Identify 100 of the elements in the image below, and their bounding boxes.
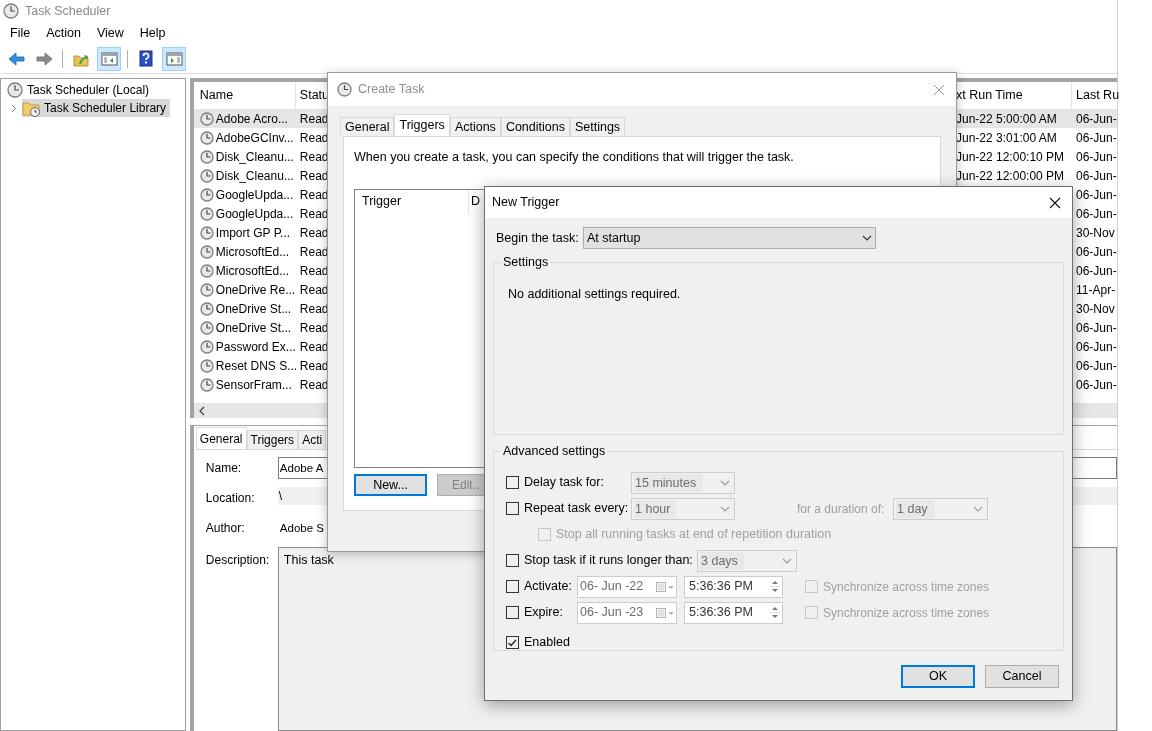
dialog-title: New Trigger	[492, 194, 560, 212]
intro-text: When you create a task, you can specify the conditions that will trigger the task.	[354, 149, 795, 166]
dialog-button[interactable]: OK	[901, 665, 975, 688]
dropdown[interactable]: 1 day	[893, 497, 988, 520]
tree-item[interactable]: Task Scheduler (Local)	[7, 81, 154, 99]
task-row[interactable]: Jun-22 5:00:00 AM 06-Jun-	[956, 109, 1117, 128]
group-title: Advanced settings	[502, 443, 607, 460]
next-run-time: Jun-22 12:00:00 PM	[956, 168, 1065, 183]
menu-item[interactable]: View	[88, 21, 132, 45]
settings-message: No additional settings required.	[508, 285, 682, 303]
task-name: MicrosoftEd...	[215, 243, 290, 261]
last-run-time: 06-Jun-	[1075, 167, 1117, 185]
last-run-time: 06-Jun-	[1075, 148, 1117, 166]
last-run-time: 11-Apr-	[1075, 281, 1117, 299]
date-picker[interactable]: 06- Jun -22	[577, 575, 677, 598]
task-name: OneDrive Re...	[215, 281, 296, 299]
clock-icon	[3, 3, 19, 19]
task-name: Adobe Acro...	[215, 110, 288, 128]
tab[interactable]: Triggers	[246, 430, 299, 449]
checkbox-label: Stop task if it runs longer than:	[524, 552, 694, 570]
task-name: Password Ex...	[215, 338, 296, 356]
forward-arrow-icon	[35, 50, 53, 67]
last-run-time: 06-Jun-	[1075, 129, 1117, 147]
clock-icon	[199, 111, 214, 126]
task-name: OneDrive St...	[215, 300, 292, 318]
last-run-time: 06-Jun-	[1075, 205, 1117, 223]
clock-icon	[199, 339, 214, 354]
dropdown[interactable]: 1 hour	[631, 497, 735, 520]
checkbox-label: Enabled	[524, 634, 570, 652]
dropdown[interactable]: 3 days	[697, 549, 797, 572]
task-name: Disk_Cleanu...	[215, 167, 294, 185]
last-run-time: 06-Jun-	[1075, 262, 1117, 280]
task-name: SensorFram...	[215, 376, 292, 394]
checkbox-label: Synchronize across time zones	[823, 604, 990, 622]
menu-item[interactable]: Action	[38, 21, 89, 45]
folder-clock-icon	[22, 99, 40, 117]
field-label: Name:	[205, 460, 243, 477]
clock-icon	[199, 377, 214, 392]
field-label: Location:	[205, 490, 256, 507]
clock-icon	[199, 206, 214, 221]
date-value: 06- Jun -22	[580, 578, 644, 596]
menu-item[interactable]: File	[2, 21, 39, 45]
group-title: Settings	[502, 254, 550, 271]
time-value: 5:36:36 PM	[689, 578, 753, 596]
clock-icon	[199, 263, 214, 278]
time-spinner[interactable]: 5:36:36 PM	[684, 601, 783, 624]
last-run-time: 06-Jun-	[1075, 243, 1117, 261]
last-run-time: 06-Jun-	[1075, 110, 1117, 128]
close-icon	[933, 83, 945, 96]
next-run-time: Jun-22 3:01:00 AM	[956, 130, 1057, 145]
tab[interactable]: Actions	[449, 117, 501, 136]
checkbox-label: Stop all running tasks at end of repetition duration	[556, 526, 832, 544]
task-name: Import GP P...	[215, 224, 291, 242]
task-name: Disk_Cleanu...	[215, 148, 294, 166]
menu-item[interactable]: Help	[131, 21, 174, 45]
tab[interactable]: Conditions	[500, 117, 570, 136]
column-header[interactable]: Trigger	[355, 189, 469, 214]
checkbox[interactable]	[506, 636, 519, 650]
field-label: Begin the task:	[496, 229, 580, 247]
time-value: 5:36:36 PM	[689, 604, 753, 622]
column-header[interactable]: Last Ru	[1072, 82, 1117, 109]
tree-item[interactable]: Task Scheduler Library	[22, 99, 171, 117]
next-run-time: Jun-22 12:00:10 PM	[956, 149, 1065, 164]
tab[interactable]: Settings	[569, 117, 626, 136]
checkbox[interactable]	[506, 554, 519, 568]
clock-icon	[337, 82, 352, 97]
column-header[interactable]: D	[469, 189, 481, 214]
tab[interactable]: Acti	[298, 430, 327, 449]
chevron-right-icon	[9, 103, 18, 113]
tab[interactable]: General	[195, 427, 247, 449]
clock-icon	[7, 82, 23, 98]
panel-icon	[100, 50, 118, 67]
checkbox-label: Activate:	[524, 578, 573, 596]
date-picker[interactable]: 06- Jun -23	[577, 601, 677, 624]
time-spinner[interactable]: 5:36:36 PM	[684, 575, 783, 598]
tab[interactable]: General	[340, 117, 395, 136]
dropdown[interactable]: At startup	[583, 227, 876, 249]
tab[interactable]: Triggers	[394, 114, 450, 136]
clock-icon	[199, 130, 214, 145]
dropdown-value: 1 hour	[634, 499, 677, 518]
task-name: GoogleUpda...	[215, 205, 294, 223]
dialog-button[interactable]: New...	[354, 473, 427, 496]
help-icon	[138, 50, 154, 67]
checkbox[interactable]	[506, 502, 519, 516]
task-name: GoogleUpda...	[215, 186, 294, 204]
checkbox[interactable]	[506, 606, 519, 620]
close-icon	[1049, 196, 1061, 209]
checkbox[interactable]	[506, 580, 519, 594]
back-arrow-icon	[7, 50, 25, 67]
author-value: Adobe S	[278, 521, 325, 536]
field-label: Description:	[205, 552, 271, 569]
last-run-time: 30-Nov	[1075, 300, 1116, 318]
clock-icon	[199, 225, 214, 240]
dropdown[interactable]: 15 minutes	[631, 471, 735, 494]
checkbox[interactable]	[506, 476, 519, 490]
panel-icon	[165, 50, 183, 67]
last-run-time: 30-Nov	[1075, 224, 1116, 242]
dialog-button[interactable]: Cancel	[985, 665, 1059, 688]
clock-icon	[199, 320, 214, 335]
date-value: 06- Jun -23	[580, 604, 644, 622]
